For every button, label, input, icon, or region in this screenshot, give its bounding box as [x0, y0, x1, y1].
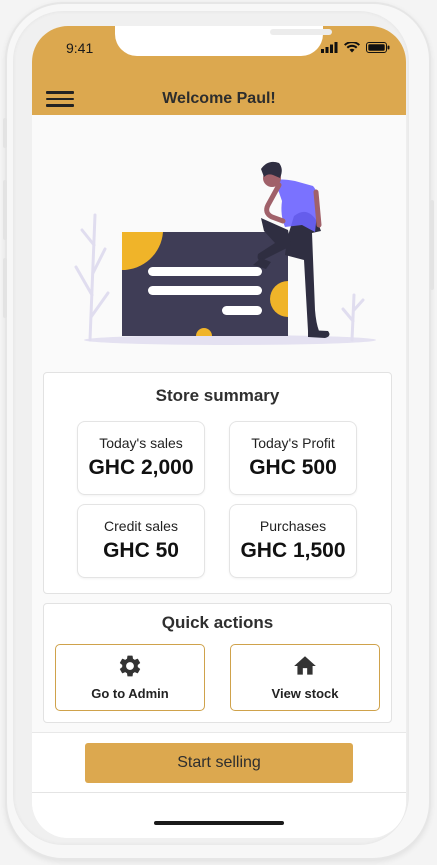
main-content: Store summary Today's sales GHC 2,000 To…	[32, 115, 406, 732]
tile-value: GHC 1,500	[240, 539, 346, 562]
phone-side-button	[430, 200, 434, 290]
notch	[115, 26, 332, 56]
home-icon	[294, 656, 316, 675]
hero-illustration	[74, 161, 376, 345]
quick-actions-title: Quick actions	[161, 613, 274, 632]
signal-icon	[321, 42, 338, 53]
todays-profit-tile: Today's Profit GHC 500	[229, 421, 357, 495]
battery-icon	[366, 42, 390, 53]
speaker	[270, 29, 332, 35]
store-summary-card: Store summary Today's sales GHC 2,000 To…	[43, 372, 392, 594]
status-icons	[321, 42, 390, 53]
home-indicator[interactable]	[154, 821, 284, 825]
todays-sales-tile: Today's sales GHC 2,000	[77, 421, 205, 495]
tile-value: GHC 2,000	[88, 456, 194, 479]
wifi-icon	[344, 42, 360, 53]
go-to-admin-label: Go to Admin	[91, 686, 169, 701]
phone-side-button	[3, 118, 7, 148]
page-title: Welcome Paul!	[162, 90, 276, 107]
bottom-area: Start selling	[32, 732, 406, 838]
go-to-admin-button[interactable]: Go to Admin	[55, 644, 205, 711]
tile-label: Credit sales	[104, 518, 178, 534]
view-stock-label: View stock	[271, 686, 339, 701]
store-summary-title: Store summary	[155, 386, 280, 405]
app-screen: 9:41 Welcome Paul! Store summary Today's…	[32, 26, 406, 838]
purchases-tile: Purchases GHC 1,500	[229, 504, 357, 578]
credit-sales-tile: Credit sales GHC 50	[77, 504, 205, 578]
phone-side-button	[3, 258, 7, 318]
tile-value: GHC 50	[103, 539, 179, 562]
quick-actions-card: Quick actions Go to Admin View stock	[43, 603, 392, 723]
start-selling-button[interactable]: Start selling	[85, 743, 353, 783]
tile-value: GHC 500	[249, 456, 337, 479]
tile-label: Purchases	[259, 518, 327, 534]
gear-icon	[119, 655, 141, 677]
app-bar: 9:41 Welcome Paul!	[32, 26, 406, 115]
status-time: 9:41	[66, 40, 94, 56]
footer-bar: Start selling	[32, 733, 406, 793]
tile-label: Today's Profit	[251, 435, 335, 451]
phone-side-button	[3, 180, 7, 240]
view-stock-button[interactable]: View stock	[230, 644, 380, 711]
tile-label: Today's sales	[99, 435, 183, 451]
